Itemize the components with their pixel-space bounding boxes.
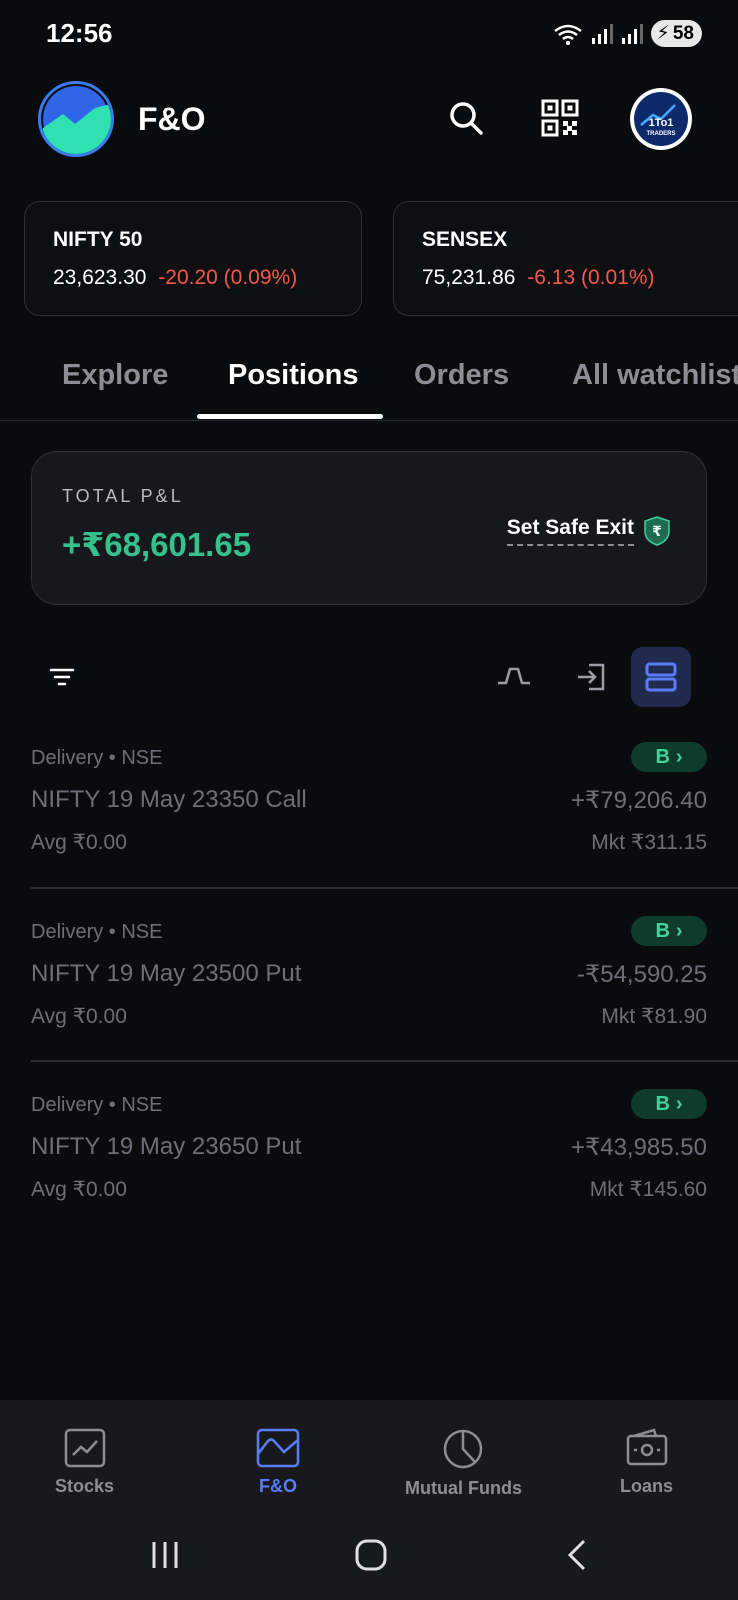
- avatar-subtext: TRADERS: [646, 131, 675, 137]
- tab-positions[interactable]: Positions: [228, 359, 359, 392]
- tab-explore[interactable]: Explore: [62, 359, 168, 392]
- position-row[interactable]: Delivery • NSE NIFTY 19 May 23500 Put Av…: [31, 894, 707, 1068]
- badge-label: B: [655, 1092, 670, 1115]
- signal-icon-2: [621, 23, 643, 44]
- index-price: 23,623.30: [53, 266, 147, 289]
- index-change: -6.13 (0.01%): [527, 266, 655, 289]
- index-change: -20.20 (0.09%): [158, 266, 298, 289]
- banknote-icon: [626, 1428, 667, 1466]
- set-safe-exit-button[interactable]: Set Safe Exit ₹: [506, 516, 670, 546]
- position-mkt: Mkt ₹311.15: [591, 831, 707, 854]
- page-title: F&O: [138, 101, 206, 137]
- status-time: 12:56: [46, 18, 113, 48]
- wifi-icon: [553, 24, 582, 45]
- chart-line-icon: [64, 1428, 105, 1468]
- battery-indicator: ⚡ 58: [650, 20, 702, 47]
- position-name: NIFTY 19 May 23500 Put: [31, 960, 302, 987]
- buy-badge[interactable]: B ›: [631, 1089, 707, 1119]
- chevron-right-icon: ›: [675, 745, 683, 768]
- nav-label: Mutual Funds: [405, 1478, 522, 1498]
- list-view-icon: [645, 662, 677, 692]
- position-mkt: Mkt ₹145.60: [589, 1178, 707, 1201]
- position-pnl: -₹54,590.25: [576, 961, 707, 988]
- index-values: 23,623.30 -20.20 (0.09%): [53, 266, 361, 290]
- total-pnl-label: TOTAL P&L: [62, 486, 184, 506]
- nav-label: Stocks: [55, 1476, 115, 1496]
- badge-label: B: [655, 919, 670, 942]
- payoff-chart-icon: [498, 667, 530, 685]
- bottom-nav: Stocks F&O Mutual Funds Loans: [0, 1400, 738, 1600]
- exit-positions-button[interactable]: [561, 647, 621, 707]
- buy-badge[interactable]: B ›: [631, 742, 707, 772]
- svg-text:₹: ₹: [652, 524, 662, 540]
- position-row[interactable]: Delivery • NSE NIFTY 19 May 23650 Put Av…: [31, 1067, 707, 1241]
- qr-code-icon: [541, 99, 579, 137]
- list-view-toggle[interactable]: [631, 647, 691, 707]
- exit-icon: [578, 663, 605, 691]
- safe-exit-label: Set Safe Exit: [506, 516, 634, 546]
- recent-apps-icon: [152, 1542, 178, 1568]
- pie-chart-icon: [444, 1429, 483, 1469]
- index-name: SENSEX: [422, 228, 508, 251]
- profile-avatar[interactable]: 1To1 TRADERS: [630, 88, 692, 150]
- position-meta: Delivery • NSE: [31, 747, 163, 769]
- rupee-shield-icon: ₹: [644, 516, 670, 546]
- position-avg: Avg ₹0.00: [31, 1178, 127, 1201]
- home-button[interactable]: [341, 1525, 401, 1585]
- position-avg: Avg ₹0.00: [31, 831, 127, 854]
- avatar-text: 1To1: [649, 117, 674, 129]
- filter-button[interactable]: [32, 647, 92, 707]
- position-meta: Delivery • NSE: [31, 1094, 163, 1116]
- battery-charging-icon: ⚡: [656, 23, 670, 44]
- signal-icon: [591, 23, 613, 44]
- index-name: NIFTY 50: [53, 228, 143, 251]
- nav-fno[interactable]: F&O: [256, 1428, 300, 1497]
- payoff-button[interactable]: [484, 647, 544, 707]
- index-price: 75,231.86: [422, 266, 516, 289]
- chevron-right-icon: ›: [675, 919, 683, 942]
- tab-orders[interactable]: Orders: [414, 359, 509, 392]
- total-pnl-value: +₹68,601.65: [62, 526, 252, 563]
- tab-bar: Explore Positions Orders All watchlists: [0, 345, 738, 421]
- filter-icon: [49, 668, 75, 686]
- position-pnl: +₹43,985.50: [570, 1134, 707, 1161]
- total-pnl-card: TOTAL P&L +₹68,601.65 Set Safe Exit ₹: [31, 451, 707, 605]
- divider: [31, 887, 738, 889]
- back-button[interactable]: [547, 1525, 607, 1585]
- status-icons: ⚡ 58: [553, 20, 702, 47]
- nav-label: F&O: [259, 1476, 297, 1496]
- battery-level: 58: [672, 22, 694, 44]
- nav-loans[interactable]: Loans: [620, 1428, 673, 1497]
- index-values: 75,231.86 -6.13 (0.01%): [422, 266, 738, 290]
- active-tab-indicator: [197, 414, 383, 419]
- position-row[interactable]: Delivery • NSE NIFTY 19 May 23350 Call A…: [31, 720, 707, 894]
- back-icon: [567, 1539, 586, 1571]
- app-logo: [38, 81, 114, 157]
- chevron-right-icon: ›: [675, 1092, 683, 1115]
- fno-chart-icon: [256, 1428, 300, 1468]
- index-card-nifty[interactable]: NIFTY 50 23,623.30 -20.20 (0.09%): [24, 201, 362, 316]
- app-logo-icon: [41, 86, 111, 154]
- search-button[interactable]: [444, 96, 488, 140]
- nav-stocks[interactable]: Stocks: [55, 1428, 114, 1497]
- index-card-sensex[interactable]: SENSEX 75,231.86 -6.13 (0.01%): [393, 201, 738, 316]
- position-meta: Delivery • NSE: [31, 921, 163, 943]
- home-icon: [355, 1539, 387, 1571]
- position-pnl: +₹79,206.40: [570, 787, 707, 814]
- qr-scan-button[interactable]: [538, 96, 582, 140]
- nav-mutual-funds[interactable]: Mutual Funds: [405, 1428, 522, 1499]
- tab-all-watchlists[interactable]: All watchlists: [572, 359, 738, 392]
- badge-label: B: [655, 745, 670, 768]
- position-name: NIFTY 19 May 23350 Call: [31, 786, 307, 813]
- position-name: NIFTY 19 May 23650 Put: [31, 1133, 302, 1160]
- search-icon: [450, 102, 483, 135]
- buy-badge[interactable]: B ›: [631, 916, 707, 946]
- recent-apps-button[interactable]: [135, 1525, 195, 1585]
- position-avg: Avg ₹0.00: [31, 1005, 127, 1028]
- avatar-logo: 1To1 TRADERS: [634, 92, 688, 146]
- divider: [31, 1060, 738, 1062]
- nav-label: Loans: [620, 1476, 674, 1496]
- position-mkt: Mkt ₹81.90: [601, 1005, 707, 1028]
